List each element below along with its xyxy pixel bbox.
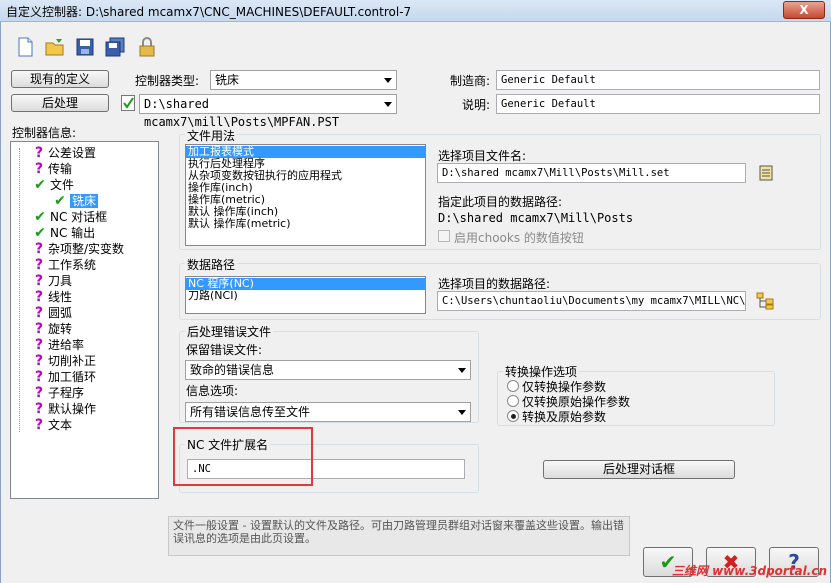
check-icon: ✔	[34, 177, 46, 193]
keep-error-value: 致命的错误信息	[190, 363, 275, 377]
tree-item-transfer[interactable]: ? 传输	[33, 161, 72, 177]
highlight-box	[173, 427, 313, 486]
existing-definition-button[interactable]: 现有的定义	[11, 70, 109, 88]
save-all-icon[interactable]	[104, 36, 126, 58]
convert-option-label: 转换及原始参数	[522, 410, 607, 424]
lock-icon[interactable]	[136, 36, 158, 58]
select-data-path-label: 选择项目的数据路径:	[438, 277, 551, 291]
controller-type-select[interactable]: 铣床	[210, 70, 397, 90]
tree-item-work-system[interactable]: ? 工作系统	[33, 257, 96, 273]
check-icon: ✔	[54, 193, 66, 209]
manufacturer-label: 制造商:	[450, 74, 491, 88]
post-error-title: 后处理错误文件	[185, 323, 274, 340]
post-path-value: D:\shared mcamx7\mill\Posts\MPFAN.PST	[144, 97, 340, 129]
question-icon: ?	[34, 289, 44, 305]
description-label: 说明:	[462, 98, 491, 112]
info-option-select[interactable]: 所有错误信息传至文件	[185, 402, 471, 422]
tree-item-text[interactable]: ? 文本	[33, 417, 72, 433]
file-usage-list[interactable]: 加工报表模式 执行后处理程序 从杂项变数按钮执行的应用程式 操作库(inch) …	[185, 144, 426, 246]
save-icon[interactable]	[74, 36, 96, 58]
check-icon: ✔	[34, 209, 46, 225]
list-item[interactable]: 默认 操作库(metric)	[186, 218, 425, 230]
list-item[interactable]: 刀路(NCI)	[186, 290, 425, 302]
convert-option-radio[interactable]	[507, 395, 519, 407]
controller-info-label: 控制器信息:	[12, 126, 77, 140]
question-icon: ?	[34, 145, 44, 161]
tree-item-default-ops[interactable]: ? 默认操作	[33, 401, 96, 417]
chooks-checkbox[interactable]	[438, 230, 450, 242]
data-path-title: 数据路径	[185, 256, 238, 273]
data-path-value: D:\shared mcamx7\Mill\Posts	[438, 211, 634, 225]
tree-item-nc-dialog[interactable]: ✔ NC 对话框	[33, 209, 107, 225]
tree-item-nc-output[interactable]: ✔ NC 输出	[33, 225, 95, 241]
convert-option-radio[interactable]	[507, 380, 519, 392]
tree-item-canned-cycles[interactable]: ? 加工循环	[33, 369, 96, 385]
tree-item-tools[interactable]: ? 刀具	[33, 273, 72, 289]
page-description: 文件一般设置 - 设置默认的文件及路径。可由刀路管理员群组对话窗来覆盖这些设置。…	[168, 516, 630, 556]
tree-item-arc[interactable]: ? 圆弧	[33, 305, 72, 321]
new-file-icon[interactable]	[14, 36, 36, 58]
question-icon: ?	[34, 241, 44, 257]
chevron-down-icon	[384, 78, 392, 83]
check-icon: ✔	[34, 225, 46, 241]
question-icon: ?	[34, 401, 44, 417]
folder-tree-icon[interactable]	[756, 292, 776, 310]
chevron-down-icon	[458, 410, 466, 415]
question-icon: ?	[34, 353, 44, 369]
question-icon: ?	[34, 305, 44, 321]
post-dialog-button[interactable]: 后处理对话框	[543, 460, 735, 479]
data-path-label: 指定此项目的数据路径:	[438, 195, 563, 209]
data-path-list[interactable]: NC 程序(NC) 刀路(NCI)	[185, 276, 426, 314]
question-icon: ?	[34, 369, 44, 385]
chevron-down-icon	[458, 368, 466, 373]
keep-error-select[interactable]: 致命的错误信息	[185, 360, 471, 380]
select-file-label: 选择项目文件名:	[438, 149, 527, 163]
question-icon: ?	[34, 385, 44, 401]
file-browse-icon[interactable]	[758, 164, 774, 182]
project-file-field[interactable]: D:\shared mcamx7\Mill\Posts\Mill.set	[437, 163, 746, 183]
info-option-label: 信息选项:	[186, 384, 239, 398]
info-option-value: 所有错误信息传至文件	[190, 405, 311, 419]
keep-error-label: 保留错误文件:	[186, 343, 263, 357]
open-folder-icon[interactable]	[44, 36, 66, 58]
post-path-select[interactable]: D:\shared mcamx7\mill\Posts\MPFAN.PST	[139, 94, 397, 129]
question-icon: ?	[34, 273, 44, 289]
description-field[interactable]: Generic Default	[496, 94, 820, 114]
tree-line	[19, 148, 20, 432]
tree-item-rotary[interactable]: ? 旋转	[33, 321, 72, 337]
tree-item-cutter-comp[interactable]: ? 切削补正	[33, 353, 96, 369]
title-bar: 自定义控制器: D:\shared mcamx7\CNC_MACHINES\DE…	[0, 0, 831, 22]
controller-type-value: 铣床	[215, 73, 240, 87]
manufacturer-field[interactable]: Generic Default	[496, 70, 820, 90]
controller-info-tree[interactable]: ? 公差设置 ? 传输 ✔ 文件 ✔ 铣床 ✔ NC 对话框 ✔ NC 输出 ? 杂项整/实变…	[10, 141, 159, 499]
tree-item-linear[interactable]: ? 线性	[33, 289, 72, 305]
window-title: 自定义控制器: D:\shared mcamx7\CNC_MACHINES\DE…	[6, 5, 412, 19]
tree-item-subprograms[interactable]: ? 子程序	[33, 385, 84, 401]
question-icon: ?	[34, 161, 44, 177]
tree-item-mill[interactable]: ✔ 铣床	[53, 193, 99, 209]
tree-item-misc-vars[interactable]: ? 杂项整/实变数	[33, 241, 124, 257]
close-button[interactable]: X	[783, 1, 825, 19]
watermark: 三维网 www.3dportal.cn	[671, 564, 827, 578]
controller-type-label: 控制器类型:	[135, 74, 200, 88]
data-path-field[interactable]: C:\Users\chuntaoliu\Documents\my mcamx7\…	[437, 291, 746, 311]
post-file-check-icon	[121, 95, 135, 111]
question-icon: ?	[34, 321, 44, 337]
question-icon: ?	[34, 337, 44, 353]
post-button[interactable]: 后处理	[11, 94, 109, 112]
tree-item-files[interactable]: ✔ 文件	[33, 177, 74, 193]
file-usage-title: 文件用法	[185, 127, 238, 144]
chooks-label: 启用chooks 的数值按钮	[454, 231, 584, 245]
tree-item-tolerance[interactable]: ? 公差设置	[33, 145, 96, 161]
question-icon: ?	[34, 417, 44, 433]
tree-item-feedrate[interactable]: ? 进给率	[33, 337, 84, 353]
question-icon: ?	[34, 257, 44, 273]
chevron-down-icon	[384, 102, 392, 107]
convert-option-radio[interactable]	[507, 410, 519, 422]
